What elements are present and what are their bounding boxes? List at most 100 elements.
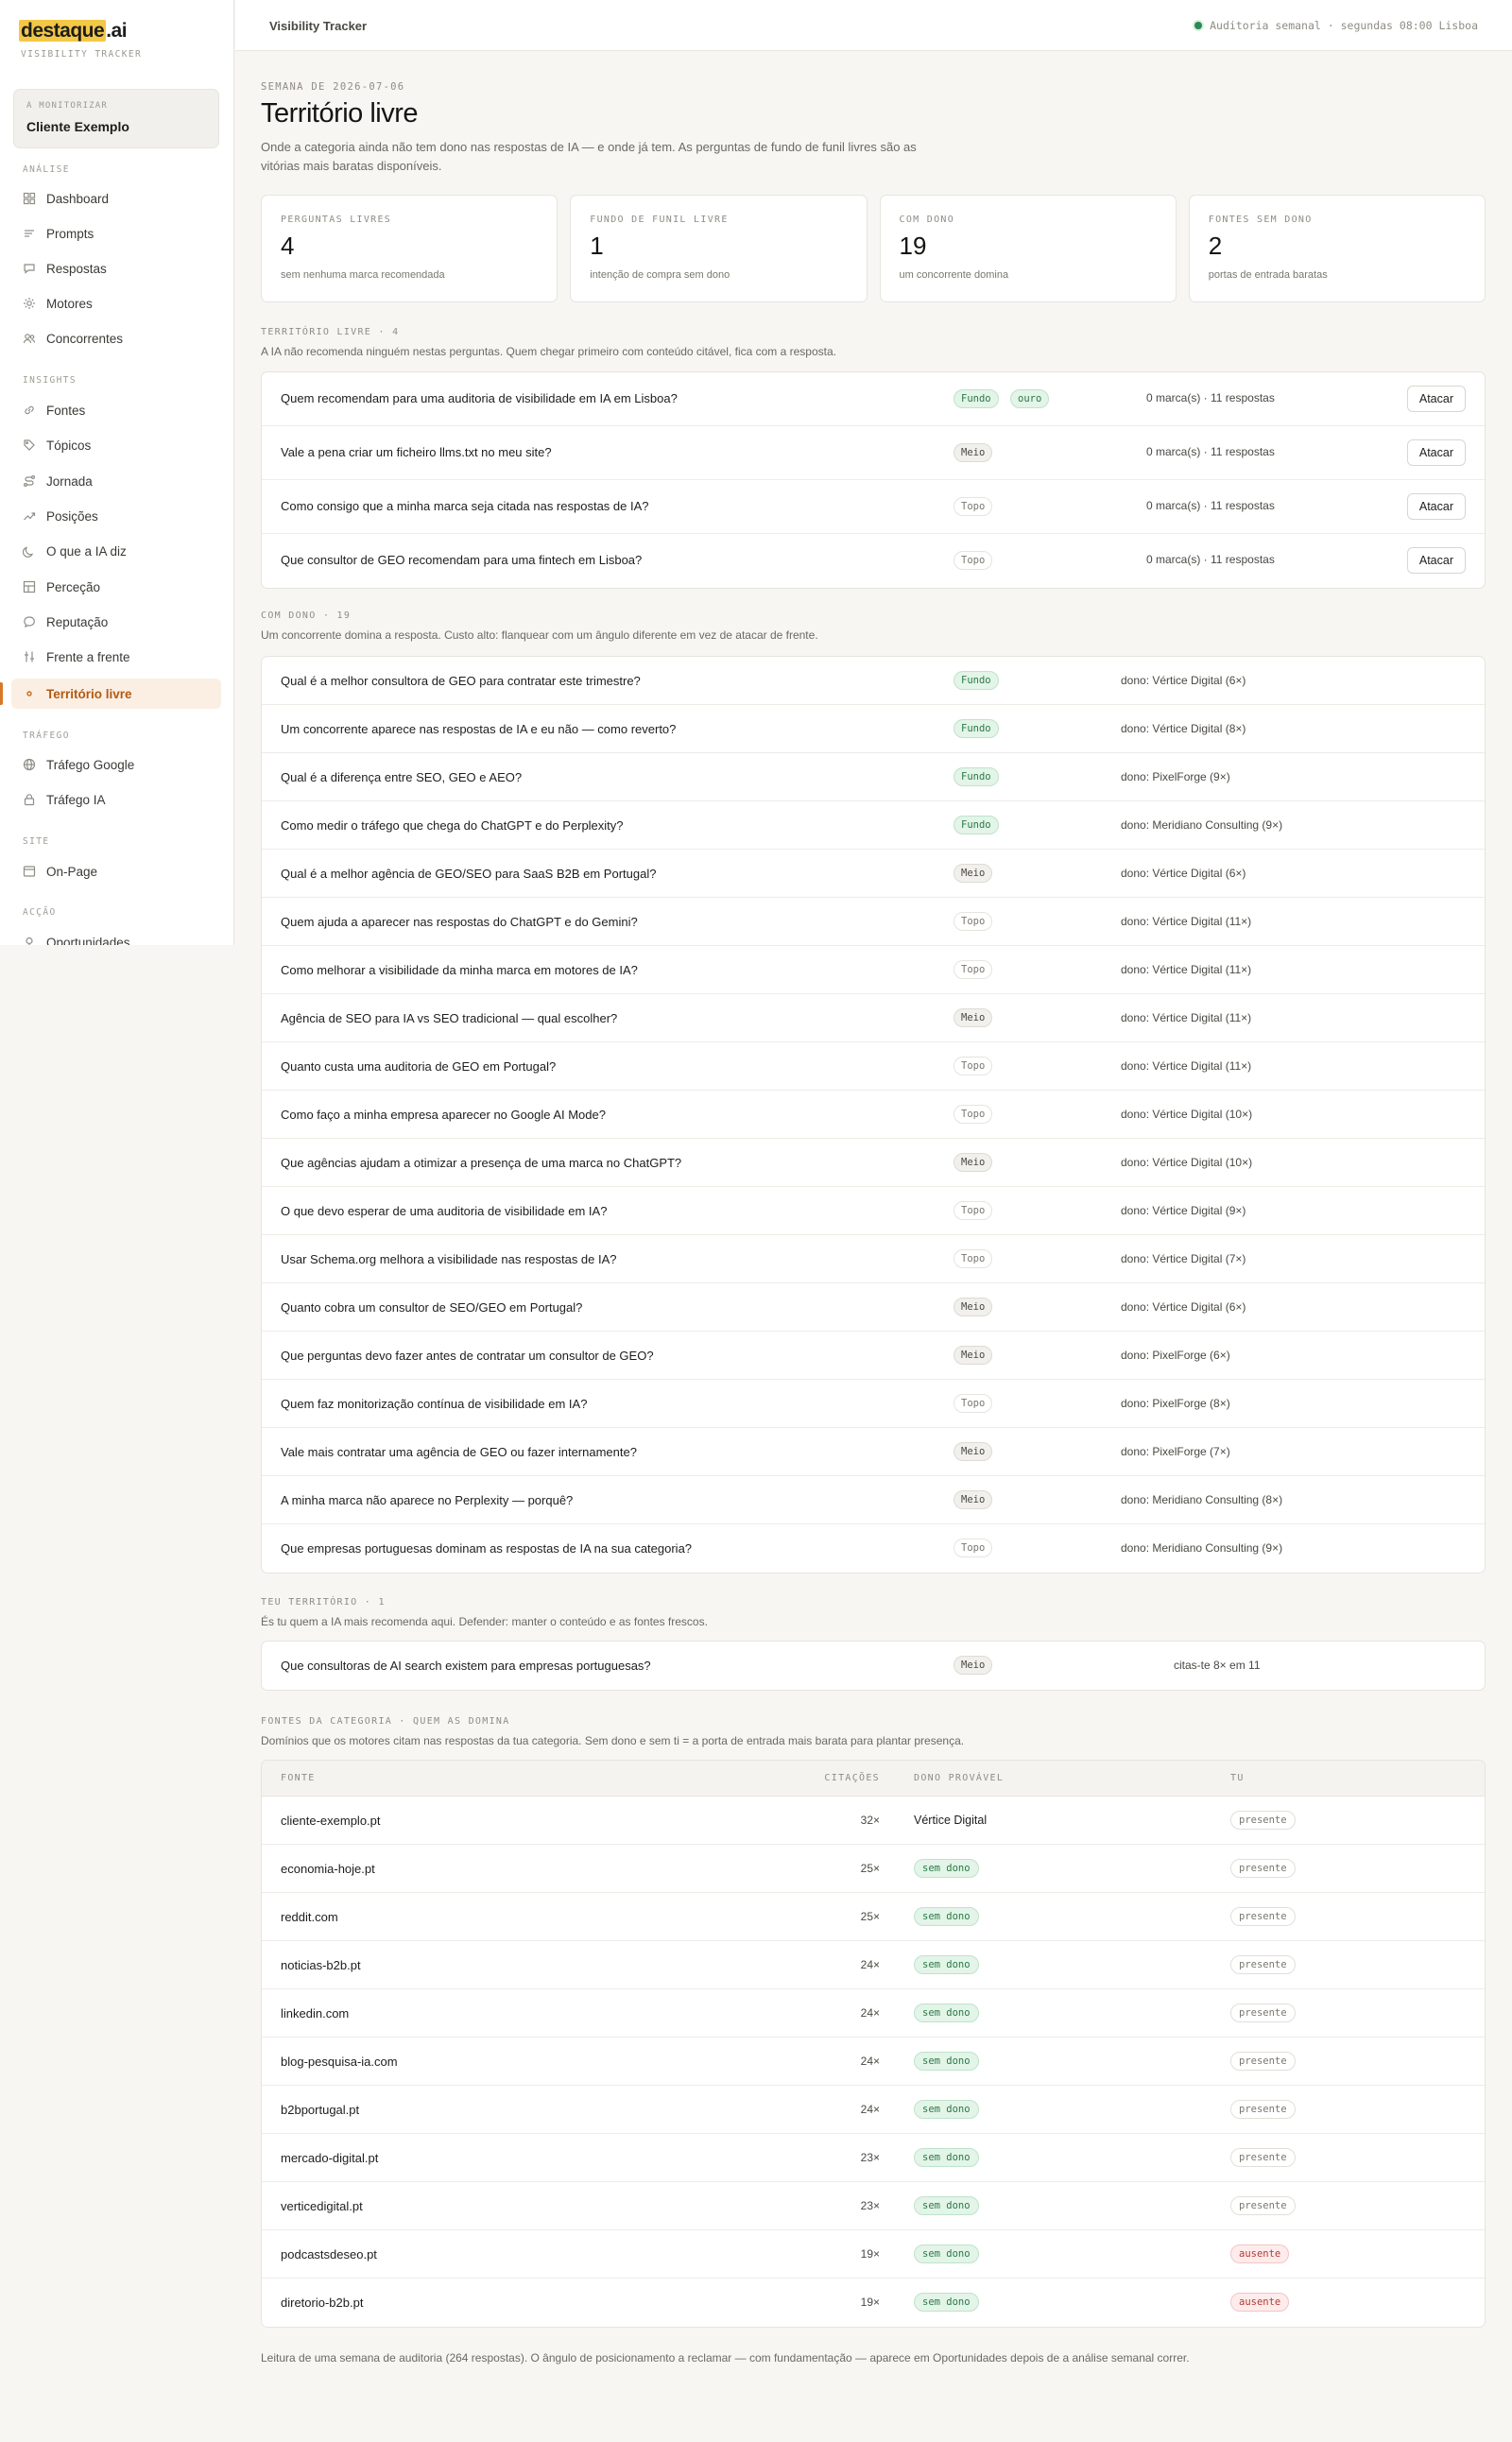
sidebar-item-oportunidades[interactable]: Oportunidades [11, 927, 221, 945]
nav-group-insights: INSIGHTS [23, 375, 77, 386]
table-row[interactable]: Vale a pena criar um ficheiro llms.txt n… [262, 426, 1485, 480]
table-row[interactable]: verticedigital.pt 23× sem dono presente [262, 2182, 1485, 2230]
owner-text: dono: Vértice Digital (8×) [1121, 722, 1246, 735]
table-row[interactable]: blog-pesquisa-ia.com 24× sem dono presente [262, 2038, 1485, 2086]
bubble-icon [23, 615, 36, 628]
stage-badge: Fundo [954, 671, 999, 690]
table-row[interactable]: Um concorrente aparece nas respostas de … [262, 705, 1485, 753]
page-lead: Onde a categoria ainda não tem dono nas … [261, 140, 917, 173]
owner-cell: sem dono [914, 2196, 979, 2215]
question-text: Que consultor de GEO recomendam para uma… [281, 553, 643, 567]
table-row[interactable]: O que devo esperar de uma auditoria de v… [262, 1187, 1485, 1235]
owner-cell: sem dono [914, 2244, 979, 2263]
table-row[interactable]: cliente-exemplo.pt 32× Vértice Digital pres… [262, 1797, 1485, 1845]
brand-count: 0 marca(s) · 11 respostas [1146, 553, 1275, 566]
sidebar-item-trafego-google[interactable]: Tráfego Google [11, 749, 221, 780]
sidebar-item-reputacao[interactable]: Reputação [11, 607, 221, 637]
sidebar-item-trafego-ia[interactable]: Tráfego IA [11, 784, 221, 815]
sidebar-item-respostas[interactable]: Respostas [11, 253, 221, 284]
stage-badge: Fundo [954, 719, 999, 738]
attack-button[interactable]: Atacar [1406, 386, 1466, 412]
sidebar-item-topicos[interactable]: Tópicos [11, 430, 221, 460]
sidebar-item-motores[interactable]: Motores [11, 288, 221, 318]
presence-badge: presente [1230, 2052, 1296, 2071]
table-row[interactable]: Quanto cobra um consultor de SEO/GEO em … [262, 1283, 1485, 1332]
table-row[interactable]: Vale mais contratar uma agência de GEO o… [262, 1428, 1485, 1476]
owner-text: dono: PixelForge (6×) [1121, 1349, 1230, 1362]
table-row[interactable]: Qual é a melhor consultora de GEO para c… [262, 657, 1485, 705]
chat-icon [23, 262, 36, 275]
presence-cell: presente [1230, 1811, 1296, 1830]
presence-badge: ausente [1230, 2244, 1290, 2263]
source-domain: podcastsdeseo.pt [281, 2247, 377, 2261]
table-row[interactable]: linkedin.com 24× sem dono presente [262, 1989, 1485, 2038]
logo[interactable]: destaque.ai [19, 20, 128, 43]
brand-count: 0 marca(s) · 11 respostas [1146, 391, 1275, 404]
client-selector[interactable]: A MONITORIZAR Cliente Exemplo [13, 89, 219, 148]
table-row[interactable]: Que consultoras de AI search existem par… [262, 1642, 1485, 1690]
citation-count: citas-te 8× em 11 [1174, 1659, 1261, 1672]
attack-button[interactable]: Atacar [1406, 547, 1466, 574]
table-row[interactable]: diretorio-b2b.pt 19× sem dono ausente [262, 2279, 1485, 2327]
table-row[interactable]: Qual é a diferença entre SEO, GEO e AEO?… [262, 753, 1485, 801]
col-fonte: FONTE [281, 1773, 316, 1783]
stage-badge: Topo [954, 551, 993, 570]
table-row[interactable]: b2bportugal.pt 24× sem dono presente [262, 2086, 1485, 2134]
table-row[interactable]: noticias-b2b.pt 24× sem dono presente [262, 1941, 1485, 1989]
table-row[interactable]: mercado-digital.pt 23× sem dono presente [262, 2134, 1485, 2182]
table-row[interactable]: Quem recomendam para uma auditoria de vi… [262, 372, 1485, 426]
sidebar-item-prompts[interactable]: Prompts [11, 218, 221, 249]
sidebar-item-percecao[interactable]: Perceção [11, 572, 221, 602]
table-row[interactable]: Quanto custa uma auditoria de GEO em Por… [262, 1042, 1485, 1091]
sidebar-item-posicoes[interactable]: Posições [11, 501, 221, 531]
lock-icon [23, 793, 36, 806]
table-row[interactable]: podcastsdeseo.pt 19× sem dono ausente [262, 2230, 1485, 2279]
sidebar-item-frente-a-frente[interactable]: Frente a frente [11, 642, 221, 672]
question-text: A minha marca não aparece no Perplexity … [281, 1493, 574, 1507]
table-row[interactable]: reddit.com 25× sem dono presente [262, 1893, 1485, 1941]
attack-button[interactable]: Atacar [1406, 493, 1466, 520]
presence-cell: presente [1230, 2196, 1296, 2215]
sidebar-item-concorrentes[interactable]: Concorrentes [11, 323, 221, 353]
table-row[interactable]: economia-hoje.pt 25× sem dono presente [262, 1845, 1485, 1893]
active-indicator [0, 682, 3, 705]
source-domain: mercado-digital.pt [281, 2151, 379, 2165]
table-row[interactable]: Que perguntas devo fazer antes de contra… [262, 1332, 1485, 1380]
table-row[interactable]: Agência de SEO para IA vs SEO tradiciona… [262, 994, 1485, 1042]
no-owner-badge: sem dono [914, 2196, 979, 2215]
table-row[interactable]: Como melhorar a visibilidade da minha ma… [262, 946, 1485, 994]
sidebar-item-o-que-a-ia-diz[interactable]: O que a IA diz [11, 536, 221, 566]
citation-count: 24× [860, 1958, 880, 1971]
trend-icon [23, 509, 36, 523]
attack-button[interactable]: Atacar [1406, 439, 1466, 466]
table-row[interactable]: Que empresas portuguesas dominam as resp… [262, 1524, 1485, 1573]
owner-text: dono: Vértice Digital (6×) [1121, 867, 1246, 880]
table-row[interactable]: Qual é a melhor agência de GEO/SEO para … [262, 850, 1485, 898]
owned-questions-card: Qual é a melhor consultora de GEO para c… [261, 656, 1486, 1574]
sidebar-item-dashboard[interactable]: Dashboard [11, 183, 221, 214]
table-row[interactable]: Como consigo que a minha marca seja cita… [262, 480, 1485, 534]
question-text: Vale mais contratar uma agência de GEO o… [281, 1445, 637, 1459]
citation-count: 24× [860, 2006, 880, 2020]
sidebar-item-jornada[interactable]: Jornada [11, 466, 221, 496]
sidebar-item-fontes[interactable]: Fontes [11, 395, 221, 425]
table-row[interactable]: A minha marca não aparece no Perplexity … [262, 1476, 1485, 1524]
table-row[interactable]: Como faço a minha empresa aparecer no Go… [262, 1091, 1485, 1139]
table-row[interactable]: Que agências ajudam a otimizar a presenç… [262, 1139, 1485, 1187]
table-row[interactable]: Como medir o tráfego que chega do ChatGP… [262, 801, 1485, 850]
question-text: O que devo esperar de uma auditoria de v… [281, 1204, 608, 1218]
sidebar-item-territorio-livre[interactable]: Território livre [11, 679, 221, 709]
table-row[interactable]: Quem faz monitorização contínua de visib… [262, 1380, 1485, 1428]
stage-badge: Meio [954, 1153, 993, 1172]
table-row[interactable]: Quem ajuda a aparecer nas respostas do C… [262, 898, 1485, 946]
table-row[interactable]: Que consultor de GEO recomendam para uma… [262, 534, 1485, 588]
sidebar-item-on-page[interactable]: On-Page [11, 856, 221, 886]
free-section-label: TERRITÓRIO LIVRE · 4 [261, 327, 400, 337]
page-title: Território livre [261, 98, 419, 129]
table-row[interactable]: Usar Schema.org melhora a visibilidade n… [262, 1235, 1485, 1283]
app-title: Visibility Tracker [269, 19, 368, 33]
table-header: FONTE CITAÇÕES DONO PROVÁVEL TU [262, 1761, 1485, 1797]
source-domain: linkedin.com [281, 2006, 350, 2021]
presence-cell: presente [1230, 1955, 1296, 1974]
your-territory-card: Que consultoras de AI search existem par… [261, 1641, 1486, 1691]
